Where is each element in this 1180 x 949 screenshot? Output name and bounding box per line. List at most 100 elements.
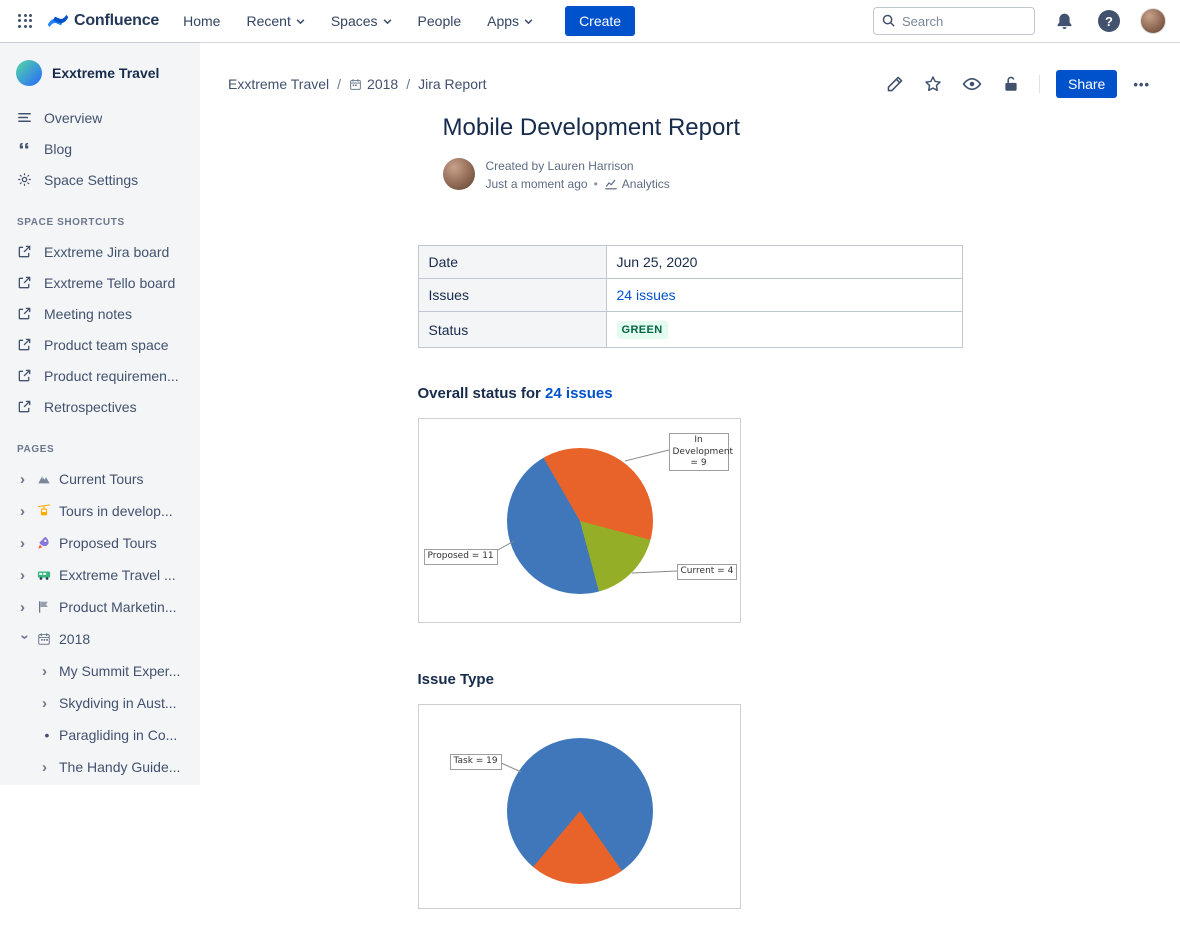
chevron-right-icon[interactable]: ›	[20, 568, 30, 583]
shortcut-meeting-notes[interactable]: Meeting notes	[0, 298, 200, 329]
sidebar-page-paragliding[interactable]: • Paragliding in Co...	[0, 719, 200, 751]
edit-icon	[886, 75, 904, 93]
nav-recent[interactable]: Recent	[246, 13, 304, 29]
chevron-down-icon	[296, 17, 305, 26]
nav-apps[interactable]: Apps	[487, 13, 533, 29]
restrictions-button[interactable]	[999, 72, 1023, 96]
watch-button[interactable]	[959, 71, 985, 97]
row-label-issues: Issues	[418, 279, 606, 312]
page-title: Mobile Development Report	[443, 114, 963, 142]
external-link-icon	[17, 306, 32, 321]
shortcut-product-requirements[interactable]: Product requiremen...	[0, 360, 200, 391]
external-link-icon	[17, 275, 32, 290]
chevron-right-icon[interactable]: ›	[20, 504, 30, 519]
top-navigation: Confluence Home Recent Spaces People App…	[0, 0, 1180, 42]
shortcut-exxtreme-jira-board[interactable]: Exxtreme Jira board	[0, 236, 200, 267]
row-value-issues: 24 issues	[606, 279, 962, 312]
nav-spaces[interactable]: Spaces	[331, 13, 392, 29]
help-icon: ?	[1098, 10, 1120, 32]
chevron-right-icon[interactable]: ›	[20, 600, 30, 615]
external-link-icon	[17, 399, 32, 414]
notifications-button[interactable]	[1051, 8, 1078, 35]
author-avatar[interactable]	[443, 158, 475, 190]
shortcut-product-team-space[interactable]: Product team space	[0, 329, 200, 360]
callout-current: Current = 4	[677, 564, 738, 579]
edit-button[interactable]	[883, 72, 907, 96]
nav-people[interactable]: People	[418, 13, 462, 29]
space-avatar	[16, 60, 42, 86]
nav-home[interactable]: Home	[183, 13, 220, 29]
external-link-icon	[17, 337, 32, 352]
callout-task: Task = 19	[450, 754, 502, 769]
shortcut-exxtreme-tello-board[interactable]: Exxtreme Tello board	[0, 267, 200, 298]
chevron-right-icon[interactable]: ›	[42, 696, 52, 711]
sidebar-page-current-tours[interactable]: › Current Tours	[0, 463, 200, 495]
sidebar-page-proposed-tours[interactable]: › Proposed Tours	[0, 527, 200, 559]
status-badge: GREEN	[617, 321, 668, 339]
gear-icon	[17, 172, 32, 187]
row-value-status: GREEN	[606, 312, 962, 348]
sidebar-item-blog[interactable]: Blog	[0, 133, 200, 164]
sidebar-page-skydiving-in-australia[interactable]: › Skydiving in Aust...	[0, 687, 200, 719]
app-switcher-button[interactable]	[14, 10, 37, 33]
sidebar-item-space-settings[interactable]: Space Settings	[0, 164, 200, 195]
search-box	[873, 7, 1035, 35]
sidebar-page-tours-in-development[interactable]: › Tours in develop...	[0, 495, 200, 527]
create-button[interactable]: Create	[565, 6, 635, 36]
divider	[1039, 75, 1040, 93]
shortcut-retrospectives[interactable]: Retrospectives	[0, 391, 200, 422]
main-nav: Home Recent Spaces People Apps	[183, 13, 533, 29]
sidebar-page-product-marketing[interactable]: › Product Marketin...	[0, 591, 200, 623]
sidebar-page-my-summit-experience[interactable]: › My Summit Exper...	[0, 655, 200, 687]
app-switcher-icon	[18, 14, 33, 29]
analytics-link[interactable]: Analytics	[604, 176, 670, 192]
sidebar-page-2018[interactable]: › 2018	[0, 623, 200, 655]
chevron-right-icon[interactable]: ›	[20, 536, 30, 551]
chevron-down-icon	[524, 17, 533, 26]
row-label-date: Date	[418, 246, 606, 279]
sidebar-page-exxtreme-travel[interactable]: › Exxtreme Travel ...	[0, 559, 200, 591]
row-value-date: Jun 25, 2020	[606, 246, 962, 279]
search-icon	[881, 13, 896, 33]
issues-link[interactable]: 24 issues	[545, 385, 613, 402]
breadcrumb-space[interactable]: Exxtreme Travel	[228, 76, 329, 92]
mountain-icon	[37, 472, 52, 486]
breadcrumb-separator: /	[337, 76, 341, 92]
van-icon	[37, 568, 52, 582]
issues-link[interactable]: 24 issues	[617, 287, 676, 303]
confluence-logo-icon	[47, 10, 69, 32]
help-button[interactable]: ?	[1094, 6, 1124, 36]
chevron-down-icon[interactable]: ›	[18, 634, 33, 644]
more-actions-button[interactable]: •••	[1131, 73, 1152, 96]
user-avatar[interactable]	[1140, 8, 1166, 34]
table-row: Date Jun 25, 2020	[418, 246, 962, 279]
created-by[interactable]: Created by Lauren Harrison	[486, 158, 670, 174]
search-input[interactable]	[873, 7, 1035, 35]
confluence-logo[interactable]: Confluence	[47, 10, 159, 32]
chevron-right-icon[interactable]: ›	[20, 472, 30, 487]
breadcrumb: Exxtreme Travel / 2018 / Jira Report	[228, 76, 487, 92]
chevron-right-icon[interactable]: ›	[42, 760, 52, 775]
calendar-icon	[37, 632, 52, 646]
unlock-icon	[1002, 75, 1020, 93]
flag-icon	[37, 600, 52, 614]
page-actions: Share •••	[883, 70, 1152, 98]
breadcrumb-page[interactable]: Jira Report	[418, 76, 486, 92]
sidebar-page-the-handy-guide[interactable]: › The Handy Guide...	[0, 751, 200, 783]
space-shortcuts-header: SPACE SHORTCUTS	[0, 195, 200, 236]
space-header[interactable]: Exxtreme Travel	[0, 60, 200, 102]
table-row: Issues 24 issues	[418, 279, 962, 312]
sidebar-item-overview[interactable]: Overview	[0, 102, 200, 133]
share-button[interactable]: Share	[1056, 70, 1117, 98]
breadcrumb-2018[interactable]: 2018	[349, 76, 398, 92]
quote-icon	[17, 141, 32, 156]
breadcrumb-separator: /	[406, 76, 410, 92]
space-sidebar: Exxtreme Travel Overview Blog Space Sett…	[0, 42, 200, 785]
report-info-table: Date Jun 25, 2020 Issues 24 issues Statu…	[418, 245, 963, 348]
issue-type-heading: Issue Type	[418, 671, 963, 688]
favourite-button[interactable]	[921, 72, 945, 96]
chevron-right-icon[interactable]: ›	[42, 664, 52, 679]
overall-status-pie-chart: In Development = 9 Proposed = 11 Current…	[418, 418, 741, 623]
page-content-area: Exxtreme Travel / 2018 / Jira Report	[200, 42, 1180, 949]
external-link-icon	[17, 368, 32, 383]
